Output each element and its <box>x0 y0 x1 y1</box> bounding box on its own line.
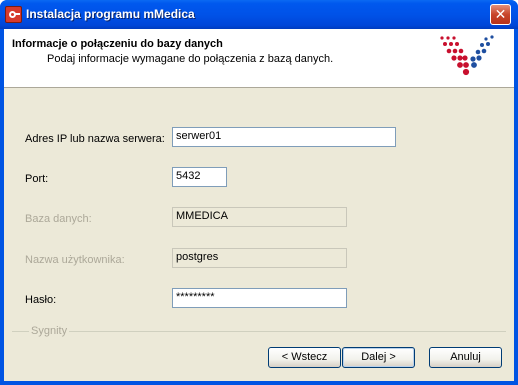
password-label: Hasło: <box>25 294 57 306</box>
wizard-header: Informacje o połączeniu do bazy danych P… <box>4 29 514 88</box>
server-label: Adres IP lub nazwa serwera: <box>25 133 165 145</box>
database-input: MMEDICA <box>172 207 347 227</box>
page-title: Informacje o połączeniu do bazy danych <box>12 38 223 50</box>
page-subtitle: Podaj informacje wymagane do połączenia … <box>47 53 334 65</box>
back-button[interactable]: < Wstecz <box>268 347 341 368</box>
sygnity-logo-icon <box>440 35 494 76</box>
window-title: Instalacja programu mMedica <box>26 7 195 21</box>
brand-label: Sygnity <box>29 325 70 337</box>
close-button[interactable]: ✕ <box>490 4 511 25</box>
footer-separator <box>12 331 506 332</box>
username-label: Nazwa użytkownika: <box>25 254 125 266</box>
cancel-button[interactable]: Anuluj <box>429 347 502 368</box>
database-label: Baza danych: <box>25 213 92 225</box>
password-input[interactable]: ********* <box>172 288 347 308</box>
title-bar[interactable]: Instalacja programu mMedica ✕ <box>0 0 518 29</box>
port-label: Port: <box>25 173 49 185</box>
next-button[interactable]: Dalej > <box>342 347 415 368</box>
installer-window: Instalacja programu mMedica ✕ Informacje… <box>0 0 518 385</box>
dialog-body: Informacje o połączeniu do bazy danych P… <box>4 29 514 381</box>
close-icon: ✕ <box>494 6 507 22</box>
server-input[interactable]: serwer01 <box>172 127 396 147</box>
app-icon <box>5 6 22 23</box>
username-input: postgres <box>172 248 347 268</box>
port-input[interactable]: 5432 <box>172 167 227 187</box>
